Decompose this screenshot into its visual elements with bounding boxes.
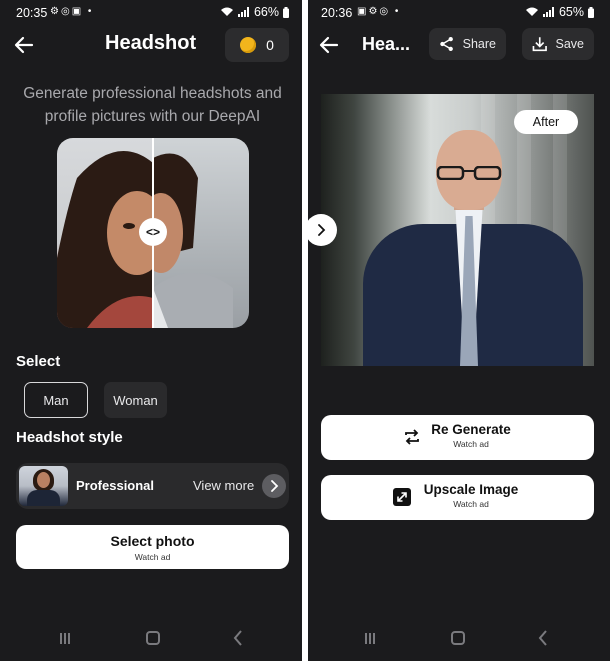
recents-icon[interactable] [365, 633, 375, 644]
headshot-style-heading: Headshot style [16, 429, 123, 446]
expand-icon [393, 488, 411, 506]
back-arrow-icon[interactable] [12, 33, 36, 57]
nav-back-icon[interactable] [538, 630, 548, 646]
screenshot-divider [302, 0, 308, 661]
save-label: Save [555, 37, 585, 51]
battery-icon [588, 6, 594, 18]
style-thumbnail [19, 466, 68, 506]
generated-headshot-image [321, 94, 594, 366]
app-header: Headshot 0 [0, 26, 305, 64]
coin-count: 0 [266, 37, 274, 53]
after-label: After [514, 110, 578, 134]
repeat-icon [405, 429, 419, 445]
style-name: Professional [76, 478, 155, 493]
back-arrow-icon[interactable] [317, 33, 341, 57]
upscale-image-button[interactable]: Upscale Image Watch ad [321, 475, 594, 520]
home-icon[interactable] [146, 631, 160, 645]
signal-icon [542, 7, 554, 17]
system-nav-bar [305, 627, 610, 651]
compare-slider-handle[interactable] [305, 214, 337, 246]
share-icon [440, 36, 453, 52]
option-woman[interactable]: Woman [104, 382, 167, 418]
select-heading: Select [16, 353, 61, 370]
upscale-watch-ad: Watch ad [453, 499, 489, 509]
option-man[interactable]: Man [24, 382, 88, 418]
after-image [139, 138, 249, 328]
status-time: 20:35 [16, 6, 48, 20]
system-nav-bar [0, 627, 305, 651]
select-photo-label: Select photo [110, 533, 195, 549]
regenerate-label: Re Generate [431, 422, 511, 437]
status-bar: 20:35 ⚙◎▣ • 66% [0, 0, 305, 26]
chevron-right-icon [318, 224, 326, 236]
result-screen: 20:36 ▣⚙◎ • 65% Hea... Share Save After [305, 0, 610, 661]
regenerate-button[interactable]: Re Generate Watch ad [321, 415, 594, 460]
intro-text: Generate professional headshots and prof… [23, 85, 282, 125]
battery-percent: 65% [558, 5, 584, 19]
recents-icon[interactable] [60, 633, 70, 644]
coin-balance-button[interactable]: 0 [225, 28, 289, 62]
status-right: 66% [220, 5, 289, 19]
page-title: Hea... [362, 34, 411, 54]
watch-ad-note: Watch ad [134, 552, 171, 562]
upscale-label: Upscale Image [423, 482, 519, 497]
before-after-preview[interactable]: <> [57, 138, 249, 328]
save-button[interactable]: Save [522, 28, 594, 60]
headshot-screen: 20:35 ⚙◎▣ • 66% Headshot 0 Generate prof… [0, 0, 305, 661]
status-bar: 20:36 ▣⚙◎ • 65% [305, 0, 610, 26]
headshot-style-row[interactable]: Professional View more [16, 463, 289, 509]
download-icon [532, 37, 547, 52]
nav-back-icon[interactable] [233, 630, 243, 646]
status-time: 20:36 [321, 6, 353, 20]
coin-icon [240, 37, 257, 53]
notification-icons: ▣⚙◎ • [357, 6, 401, 17]
app-header: Hea... Share Save [305, 26, 610, 64]
chevron-right-icon[interactable] [262, 474, 286, 498]
compare-handle-icon[interactable]: <> [139, 218, 167, 246]
battery-percent: 66% [253, 5, 279, 19]
view-more-link[interactable]: View more [193, 478, 254, 493]
share-button[interactable]: Share [429, 28, 506, 60]
share-label: Share [462, 37, 496, 51]
status-right: 65% [525, 5, 594, 19]
page-title: Headshot [105, 32, 197, 54]
home-icon[interactable] [451, 631, 465, 645]
wifi-icon [220, 7, 233, 16]
regenerate-watch-ad: Watch ad [453, 439, 489, 449]
signal-icon [237, 7, 249, 17]
wifi-icon [525, 7, 538, 16]
select-photo-button[interactable]: Select photo Watch ad [16, 525, 289, 569]
notification-icons: ⚙◎▣ • [50, 6, 94, 17]
battery-icon [283, 6, 289, 18]
